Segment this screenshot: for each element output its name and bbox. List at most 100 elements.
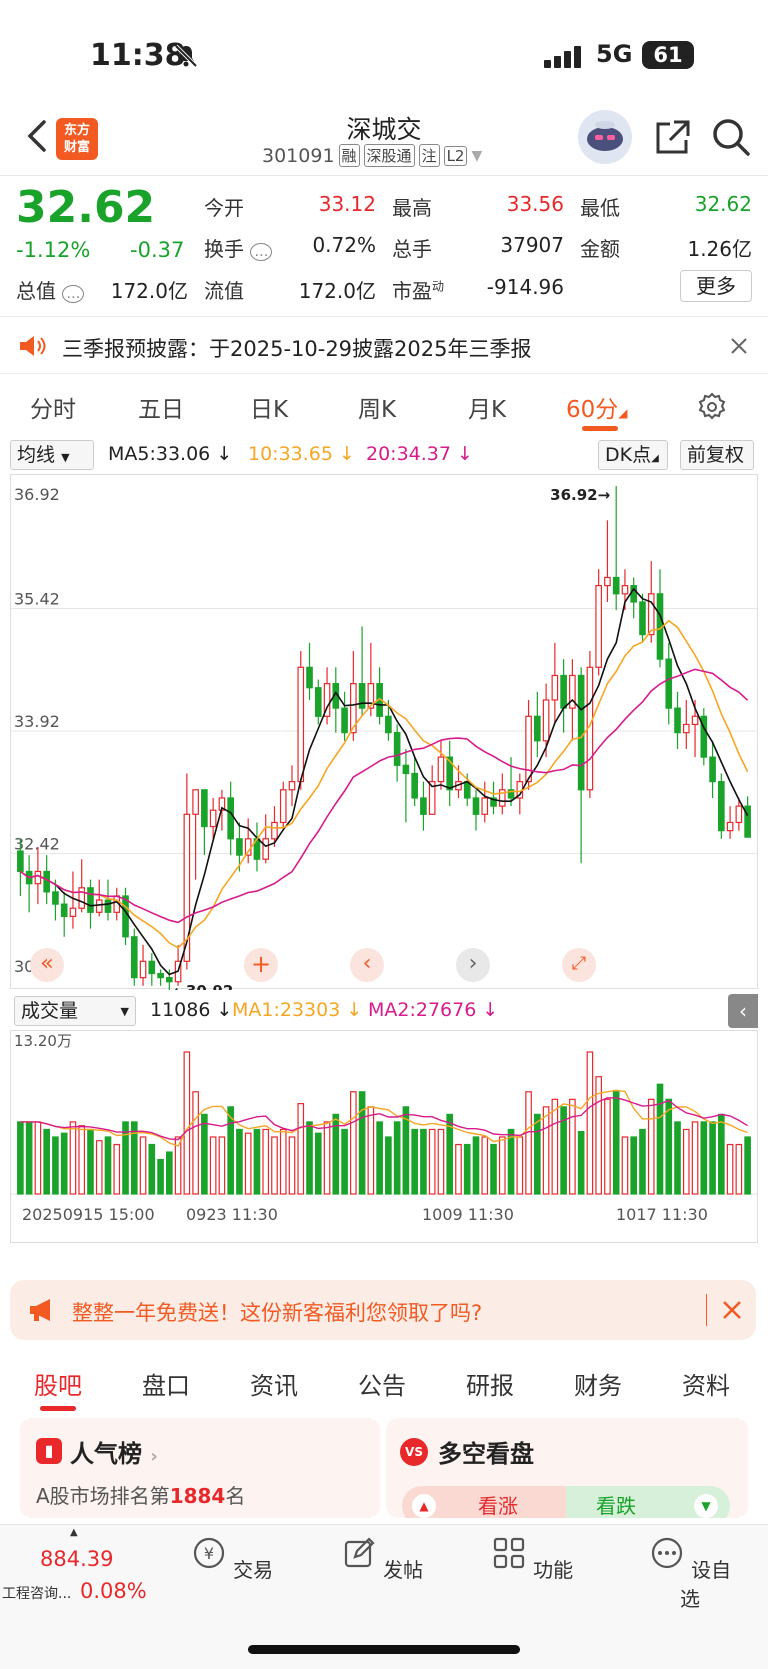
nav-add-watchlist[interactable]: 设自选 [640,1535,740,1612]
tab-pankou[interactable]: 盘口 [142,1366,190,1401]
down-arrow-icon: ▼ [694,1494,718,1518]
nav-functions[interactable]: 功能 [482,1535,582,1583]
volume-bar [262,1128,270,1195]
price-change: -0.37 [130,238,185,262]
search-icon[interactable] [710,116,752,158]
bullish-button[interactable]: ▲ 看涨 [402,1486,566,1518]
volume-bar [507,1128,515,1195]
caret-up-icon: ▲ [70,1527,78,1538]
candle [236,838,243,856]
tab-60min[interactable]: 60分◢ [566,390,628,424]
fullscreen-icon[interactable]: ⤢ [562,948,596,982]
volume-bar [244,1132,252,1195]
network-type: 5G [596,40,633,68]
volume-bar [218,1136,226,1195]
bullish-label: 看涨 [478,1494,518,1518]
volume-bar [297,1103,305,1195]
ma10-line [19,619,749,949]
candle [463,781,471,799]
tab-yuek[interactable]: 月K [468,390,506,424]
volume-chart[interactable]: 13.20万 20250915 15:00 0923 11:30 1009 11:30… [10,1030,758,1270]
x-axis-label: 20250915 15:00 [22,1205,155,1224]
tab-guba[interactable]: 股吧 [34,1366,82,1401]
candle [665,658,673,709]
status-bar: 11:38 5G 61 [0,0,768,100]
promo-banner[interactable]: 整整一年免费送！这份新客福利您领取了吗? [10,1280,756,1340]
candle [130,936,138,979]
assistant-robot-icon[interactable] [578,110,632,164]
y-tick-label: 35.42 [14,590,60,609]
high-value: 33.56 [506,192,564,216]
volume-bar [288,1136,296,1195]
volume-label: 总手 [392,237,432,261]
volume-bar [323,1121,331,1195]
candle [393,732,401,766]
ma-selector[interactable]: 均线 ▼ [10,440,94,470]
longshort-title: 多空看盘 [438,1440,534,1468]
nav-trade[interactable]: ¥ 交易 [182,1535,282,1583]
turnover-label: 换手 … [204,233,273,262]
volume-selector[interactable]: 成交量 ▼ [14,996,136,1026]
tab-caiwu[interactable]: 财务 [574,1366,622,1401]
volume-bar [157,1158,164,1195]
zoom-in-icon[interactable]: + [244,948,278,982]
scroll-left-icon[interactable]: ‹ [350,948,384,982]
volume-bar [25,1121,33,1195]
float-label: 流值 [204,279,244,303]
candle [95,899,103,913]
volume-bar [148,1143,156,1195]
volume-bar [700,1121,708,1195]
scroll-left-fast-icon[interactable]: « [30,948,64,982]
longshort-card[interactable]: VS 多空看盘 ▲ 看涨 看跌 ▼ [386,1418,748,1518]
candle [735,805,743,824]
info-icon[interactable]: … [62,285,85,303]
scroll-right-icon[interactable]: › [456,948,490,982]
more-button[interactable]: 更多 [680,270,752,302]
index-value[interactable]: 884.39 [40,1547,113,1571]
volume-bar [420,1128,427,1195]
candle [148,960,156,975]
ma20-value: 20:34.37 ↓ [366,443,473,465]
caret-down-icon[interactable]: ▼ [471,148,482,164]
close-icon[interactable] [722,1300,742,1320]
promo-divider [706,1294,707,1326]
nav-post[interactable]: 发帖 [332,1535,432,1583]
volume-bar [78,1125,86,1195]
content-tabs: 股吧 盘口 资讯 公告 研报 财务 资料 [0,1358,768,1414]
candle [60,903,68,917]
index-name: 工程咨询... [2,1586,72,1602]
fuquan-button[interactable]: 前复权 [680,440,754,470]
dk-button[interactable]: DK点◢ [598,440,668,470]
candle [87,887,94,913]
candle [402,764,410,775]
ma10-value: 10:33.65 ↓ [248,443,355,465]
close-icon[interactable] [730,337,748,355]
candle [709,756,716,783]
low-value: 32.62 [694,192,752,216]
tab-gonggao[interactable]: 公告 [358,1366,406,1401]
tab-ziliao[interactable]: 资料 [682,1366,730,1401]
tab-wuri[interactable]: 五日 [138,390,184,424]
vol-ma2: MA2:27676 ↓ [368,999,499,1021]
notice-bar[interactable]: 三季报预披露：于2025-10-29披露2025年三季报 [0,316,768,374]
kline-chart[interactable]: 36.9235.4233.9232.4230.9236.92→←30.92 [10,474,758,990]
tab-zhouk[interactable]: 周K [358,390,396,424]
tab-zixun[interactable]: 资讯 [250,1366,298,1401]
tab-rik[interactable]: 日K [250,390,288,424]
gear-icon[interactable] [697,392,727,422]
tab-fenshi[interactable]: 分时 [30,390,76,424]
bearish-button[interactable]: 看跌 ▼ [566,1486,730,1518]
info-icon[interactable]: … [250,243,273,261]
candle [726,821,734,832]
svg-text:¥: ¥ [204,1544,214,1563]
share-icon[interactable] [652,118,692,158]
popularity-rank: A股市场排名第1884名 [36,1484,246,1508]
volume-bar: 成交量 ▼ 11086 ↓ MA1:23303 ↓ MA2:27676 ↓ ‹ [10,994,758,1028]
tab-yanbao[interactable]: 研报 [466,1366,514,1401]
volume-bar [525,1091,532,1195]
volume-bar [604,1098,611,1195]
ma-bar: 均线 ▼ MA5:33.06 ↓ 10:33.65 ↓ 20:34.37 ↓ D… [10,440,758,472]
candle [621,585,629,595]
popularity-card[interactable]: ▮ 人气榜 › A股市场排名第1884名 [20,1418,380,1518]
collapse-panel-icon[interactable]: ‹ [728,994,758,1028]
